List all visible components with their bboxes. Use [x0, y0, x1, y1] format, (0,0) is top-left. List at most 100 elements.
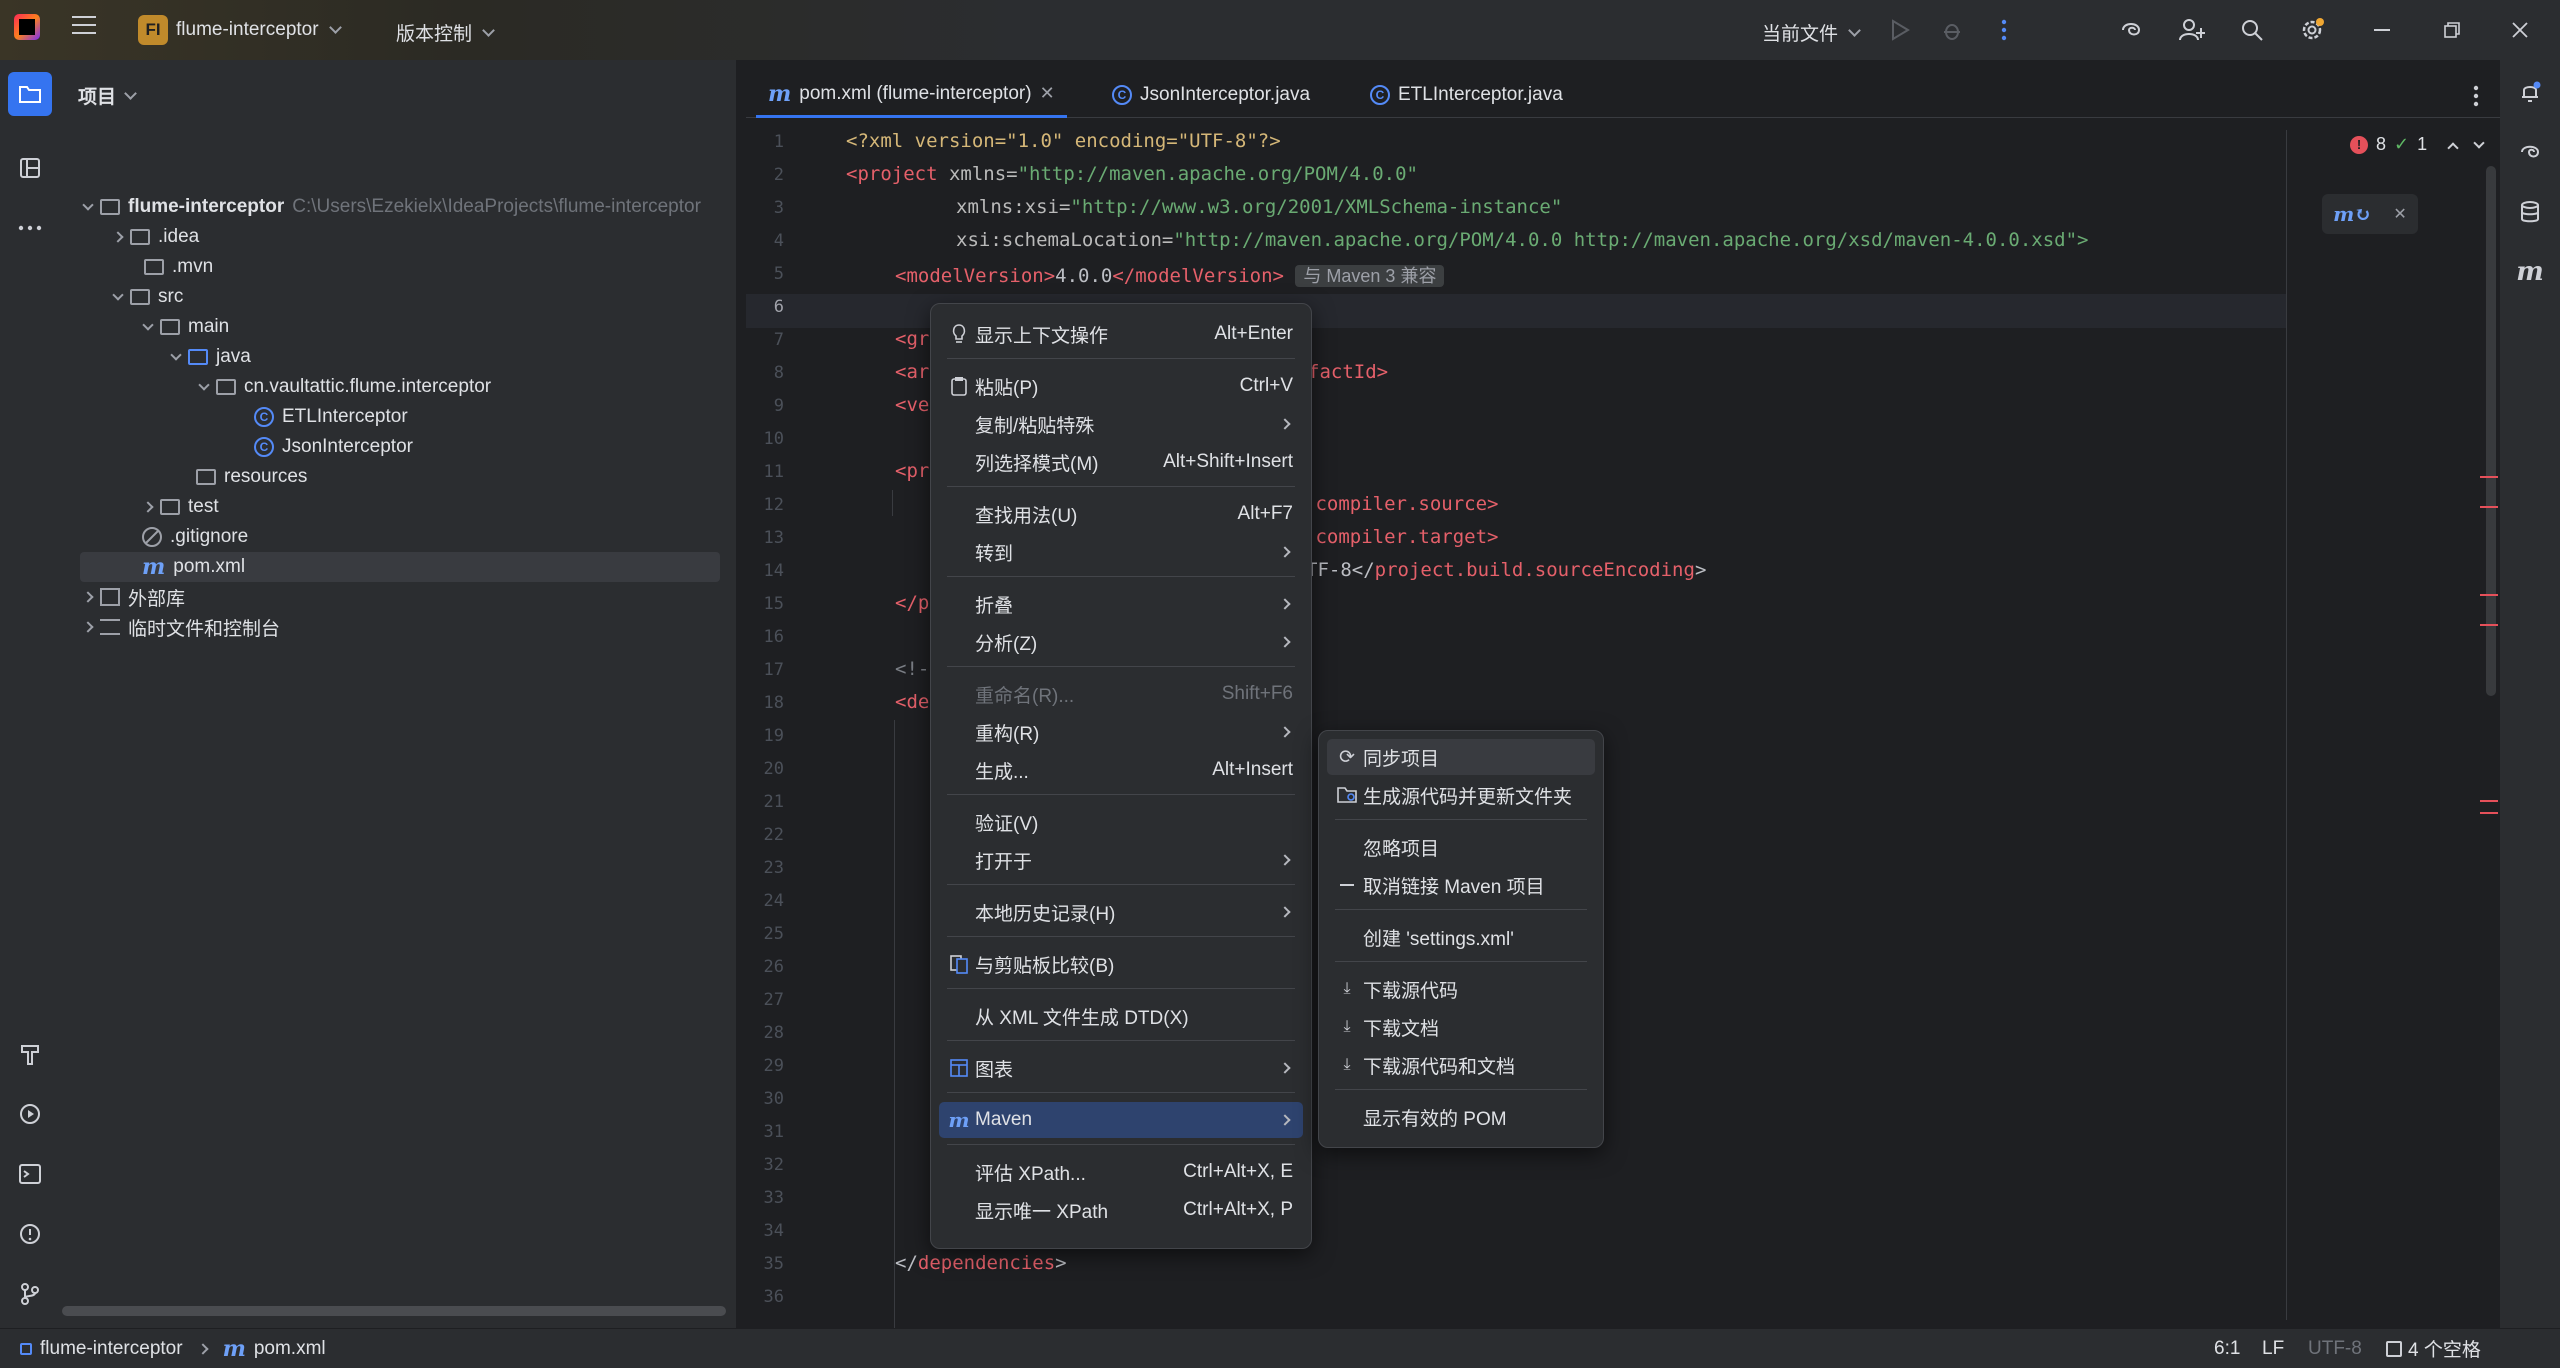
menu-item-rename[interactable]: 重命名(R)... Shift+F6	[939, 676, 1303, 712]
menu-item-ignore-project[interactable]: 忽略项目	[1327, 829, 1595, 865]
search-icon[interactable]	[2232, 10, 2272, 50]
settings-gear-icon[interactable]	[2292, 10, 2332, 50]
tree-node-resources[interactable]: resources	[196, 462, 307, 492]
vcs-menu[interactable]: 版本控制	[396, 19, 495, 46]
project-horizontal-scrollbar[interactable]	[62, 1306, 726, 1316]
ai-assistant-icon[interactable]	[2112, 10, 2152, 50]
tree-node-java[interactable]: java	[170, 342, 251, 372]
tab-pom-xml[interactable]: m pom.xml (flume-interceptor) ✕	[756, 72, 1067, 118]
menu-item-unlink-maven[interactable]: 取消链接 Maven 项目	[1327, 867, 1595, 903]
menu-item-generate[interactable]: 生成... Alt+Insert	[939, 752, 1303, 788]
indent-icon	[2386, 1340, 2402, 1357]
menu-item-download-sources[interactable]: ⤓ 下载源代码	[1327, 971, 1595, 1007]
tree-node-main[interactable]: main	[142, 312, 229, 342]
menu-item-maven[interactable]: m Maven	[939, 1102, 1303, 1138]
breadcrumb-file[interactable]: pom.xml	[254, 1338, 326, 1360]
menu-item-sync-project[interactable]: ⟳ 同步项目	[1327, 739, 1595, 775]
indent-setting[interactable]: 4 个空格	[2386, 1335, 2481, 1362]
menu-item-show-effective-pom[interactable]: 显示有效的 POM	[1327, 1099, 1595, 1135]
tree-node-root[interactable]: flume-interceptor C:\Users\Ezekielx\Idea…	[82, 192, 701, 222]
tab-etlinterceptor[interactable]: C ETLInterceptor.java	[1358, 72, 1575, 118]
line-number: 3	[773, 198, 784, 218]
tab-options-icon[interactable]	[2456, 76, 2496, 116]
menu-item-compare-clipboard[interactable]: 与剪贴板比较(B)	[939, 946, 1303, 982]
tree-node-external-libraries[interactable]: 外部库	[82, 582, 185, 612]
tree-node-test[interactable]: test	[142, 492, 219, 522]
menu-item-analyze[interactable]: 分析(Z)	[939, 624, 1303, 660]
ai-chat-icon[interactable]	[2510, 132, 2550, 172]
error-stripe-marker[interactable]	[2480, 476, 2498, 508]
line-number: 27	[763, 990, 784, 1010]
app-logo-icon[interactable]	[14, 14, 40, 40]
tab-label: ETLInterceptor.java	[1398, 84, 1563, 105]
menu-item-generate-dtd[interactable]: 从 XML 文件生成 DTD(X)	[939, 998, 1303, 1034]
maven-reload-icon[interactable]: m↻	[2333, 202, 2371, 226]
menu-item-show-unique-xpath[interactable]: 显示唯一 XPath Ctrl+Alt+X, P	[939, 1192, 1303, 1228]
menu-item-diagrams[interactable]: 图表	[939, 1050, 1303, 1086]
maven-compat-hint[interactable]: 与 Maven 3 兼容	[1295, 265, 1445, 287]
tab-close-icon[interactable]: ✕	[1040, 83, 1055, 104]
minimize-icon[interactable]	[2362, 10, 2402, 50]
menu-item-generate-sources[interactable]: 生成源代码并更新文件夹	[1327, 777, 1595, 813]
caret-position[interactable]: 6:1	[2214, 1338, 2240, 1360]
run-config-selector[interactable]: 当前文件	[1762, 19, 1861, 46]
tree-node-package[interactable]: cn.vaultattic.flume.interceptor	[198, 372, 491, 402]
project-panel-header[interactable]: 项目	[78, 82, 137, 109]
menu-item-goto[interactable]: 转到	[939, 534, 1303, 570]
menu-item-find-usages[interactable]: 查找用法(U) Alt+F7	[939, 496, 1303, 532]
menu-item-refactor[interactable]: 重构(R)	[939, 714, 1303, 750]
close-icon[interactable]: ✕	[2393, 204, 2406, 224]
tab-jsoninterceptor[interactable]: C JsonInterceptor.java	[1100, 72, 1322, 118]
menu-item-open-in[interactable]: 打开于	[939, 842, 1303, 878]
more-tools-icon[interactable]	[10, 208, 50, 248]
build-hammer-icon[interactable]	[10, 1034, 50, 1074]
structure-tool-icon[interactable]	[10, 148, 50, 188]
project-selector[interactable]: FI flume-interceptor	[138, 15, 342, 45]
tree-node-src[interactable]: src	[112, 282, 183, 312]
debug-icon[interactable]	[1932, 10, 1972, 50]
main-menu-icon[interactable]	[72, 16, 96, 34]
menu-item-download-docs[interactable]: ⤓ 下载文档	[1327, 1009, 1595, 1045]
git-branch-icon[interactable]	[10, 1274, 50, 1314]
menu-item-download-sources-docs[interactable]: ⤓ 下载源代码和文档	[1327, 1047, 1595, 1083]
tree-node-jsoninterceptor[interactable]: C JsonInterceptor	[254, 432, 413, 462]
file-encoding[interactable]: UTF-8	[2308, 1338, 2362, 1360]
maven-tool-icon[interactable]: m	[2510, 252, 2550, 292]
chevron-up-icon[interactable]	[2447, 141, 2459, 154]
terminal-icon[interactable]	[10, 1154, 50, 1194]
add-user-icon[interactable]	[2172, 10, 2212, 50]
tree-node-gitignore[interactable]: .gitignore	[142, 522, 248, 552]
menu-item-paste[interactable]: 粘贴(P) Ctrl+V	[939, 368, 1303, 404]
menu-item-show-context-actions[interactable]: 显示上下文操作 Alt+Enter	[939, 316, 1303, 352]
problems-icon[interactable]	[10, 1214, 50, 1254]
menu-item-copy-paste-special[interactable]: 复制/粘贴特殊	[939, 406, 1303, 442]
database-icon[interactable]	[2510, 192, 2550, 232]
error-stripe-marker[interactable]	[2480, 594, 2498, 626]
inspection-widget[interactable]: ! 8 ✓ 1	[2350, 134, 2485, 155]
code-line-9: <ve	[895, 394, 929, 416]
menu-item-validate[interactable]: 验证(V)	[939, 804, 1303, 840]
chevron-down-icon[interactable]	[2473, 136, 2485, 149]
menu-item-evaluate-xpath[interactable]: 评估 XPath... Ctrl+Alt+X, E	[939, 1154, 1303, 1190]
error-stripe-marker[interactable]	[2480, 800, 2498, 814]
tree-node-etlinterceptor[interactable]: C ETLInterceptor	[254, 402, 408, 432]
notifications-bell-icon[interactable]	[2510, 72, 2550, 112]
run-icon[interactable]	[1880, 10, 1920, 50]
menu-item-create-settings[interactable]: 创建 'settings.xml'	[1327, 919, 1595, 955]
menu-item-column-selection[interactable]: 列选择模式(M) Alt+Shift+Insert	[939, 444, 1303, 480]
tree-node-idea[interactable]: .idea	[112, 222, 199, 252]
project-tool-icon[interactable]	[8, 72, 52, 116]
tree-node-mvn[interactable]: .mvn	[144, 252, 213, 282]
services-run-icon[interactable]	[10, 1094, 50, 1134]
menu-item-local-history[interactable]: 本地历史记录(H)	[939, 894, 1303, 930]
download-icon: ⤓	[1343, 1056, 1351, 1073]
close-icon[interactable]	[2500, 10, 2540, 50]
line-separator[interactable]: LF	[2262, 1338, 2284, 1360]
tree-node-pom-xml[interactable]: m pom.xml	[80, 552, 720, 582]
menu-item-folding[interactable]: 折叠	[939, 586, 1303, 622]
breadcrumb-project[interactable]: flume-interceptor	[40, 1338, 183, 1360]
restore-icon[interactable]	[2432, 10, 2472, 50]
tree-node-scratches[interactable]: 临时文件和控制台	[82, 612, 280, 642]
menu-separator	[947, 666, 1295, 667]
more-actions-icon[interactable]	[1984, 10, 2024, 50]
